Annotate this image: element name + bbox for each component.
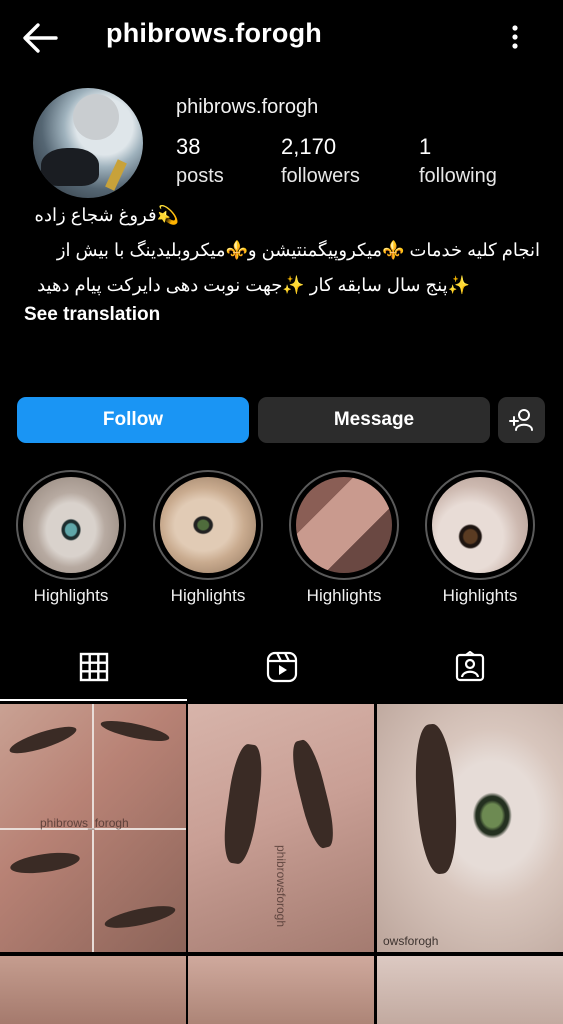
active-tab-indicator bbox=[0, 699, 187, 701]
avatar-glove bbox=[41, 148, 99, 186]
stat-posts[interactable]: 38 posts bbox=[176, 134, 224, 189]
stat-number: 1 bbox=[419, 134, 432, 159]
watermark: owsforogh bbox=[383, 934, 439, 948]
stat-label: following bbox=[419, 165, 497, 187]
avatar-tool bbox=[105, 159, 127, 191]
message-button[interactable]: Message bbox=[258, 397, 490, 443]
post-thumbnail[interactable]: phibrows_forogh bbox=[0, 704, 186, 952]
bio-line: ✨پنج سال سابقه کار ✨جهت نوبت دهی دایرکت … bbox=[37, 275, 470, 295]
avatar[interactable] bbox=[33, 88, 143, 198]
more-vertical-icon bbox=[512, 25, 518, 49]
page-title: phibrows.forogh bbox=[106, 18, 322, 48]
top-bar: phibrows.forogh bbox=[0, 0, 563, 76]
stat-label: posts bbox=[176, 165, 224, 187]
post-thumbnail[interactable]: phibrowsforogh bbox=[188, 704, 374, 952]
grid-icon bbox=[79, 652, 108, 682]
stat-followers[interactable]: 2,170 followers bbox=[281, 134, 360, 189]
tab-reels[interactable] bbox=[188, 632, 375, 702]
stat-number: 38 bbox=[176, 134, 201, 159]
tab-posts[interactable] bbox=[0, 632, 187, 702]
brow-shape bbox=[7, 721, 79, 759]
brow-shape bbox=[99, 716, 171, 746]
suggested-users-button[interactable] bbox=[498, 397, 545, 443]
highlight-label: Highlights bbox=[170, 586, 246, 605]
see-translation-link[interactable]: See translation bbox=[24, 304, 160, 326]
post-thumbnail[interactable] bbox=[0, 956, 186, 1024]
watermark: phibrowsforogh bbox=[274, 844, 289, 928]
brow-shape bbox=[287, 737, 339, 851]
highlight-label: Highlights bbox=[33, 586, 109, 605]
highlight-cover bbox=[23, 477, 119, 573]
highlight-item[interactable]: Highlights bbox=[289, 470, 399, 610]
brow-shape bbox=[411, 722, 461, 876]
profile-username: phibrows.forogh bbox=[176, 96, 319, 118]
follow-button[interactable]: Follow bbox=[17, 397, 249, 443]
bio-name: 💫فروغ شجاع زاده bbox=[34, 205, 179, 225]
stat-following[interactable]: 1 following bbox=[419, 134, 497, 189]
post-thumbnail[interactable] bbox=[377, 956, 563, 1024]
back-button[interactable] bbox=[20, 20, 60, 56]
highlight-cover bbox=[296, 477, 392, 573]
tagged-icon bbox=[455, 651, 484, 682]
tab-tagged[interactable] bbox=[376, 632, 563, 702]
highlight-cover bbox=[160, 477, 256, 573]
brow-shape bbox=[103, 901, 177, 933]
bio-line: انجام کلیه خدمات ⚜️میکروپیگمنتیشن و⚜️میک… bbox=[56, 240, 540, 260]
highlight-item[interactable]: Highlights bbox=[16, 470, 126, 610]
watermark: phibrows_forogh bbox=[40, 816, 129, 830]
stat-number: 2,170 bbox=[281, 134, 337, 159]
brow-shape bbox=[219, 742, 267, 866]
highlight-item[interactable]: Highlights bbox=[425, 470, 535, 610]
post-thumbnail[interactable]: owsforogh bbox=[377, 704, 563, 952]
reels-icon bbox=[266, 651, 297, 683]
post-thumbnail[interactable] bbox=[188, 956, 374, 1024]
avatar-face bbox=[73, 94, 119, 140]
highlight-cover bbox=[432, 477, 528, 573]
profile-tabs bbox=[0, 632, 563, 702]
stat-label: followers bbox=[281, 165, 360, 187]
highlight-label: Highlights bbox=[306, 586, 382, 605]
posts-grid: phibrows_forogh phibrowsforogh owsforogh bbox=[0, 704, 563, 1024]
add-person-icon bbox=[508, 409, 533, 431]
more-options-button[interactable] bbox=[500, 22, 530, 52]
brow-shape bbox=[9, 849, 81, 877]
highlight-label: Highlights bbox=[442, 586, 518, 605]
arrow-left-icon bbox=[23, 23, 58, 53]
highlight-item[interactable]: Highlights bbox=[153, 470, 263, 610]
